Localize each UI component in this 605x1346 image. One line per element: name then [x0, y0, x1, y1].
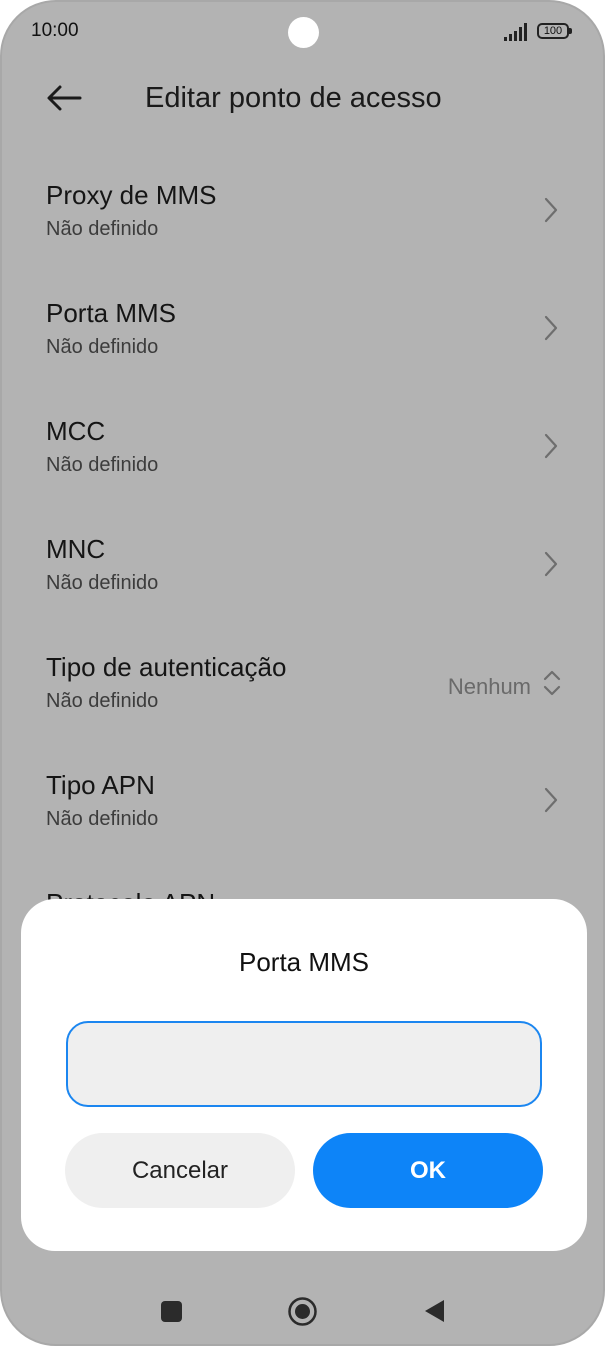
home-icon[interactable]: [287, 1296, 318, 1327]
dialog-title: Porta MMS: [238, 947, 370, 977]
setting-label: Proxy de MMS: [46, 180, 217, 210]
setting-value: Não definido: [46, 572, 159, 594]
setting-value: Não definido: [46, 218, 159, 240]
setting-row-mcc[interactable]: MCC Não definido: [2, 386, 603, 504]
signal-bars-icon: [504, 23, 527, 41]
setting-label: Tipo de autenticação: [46, 652, 287, 682]
chevron-right-icon: [544, 197, 558, 223]
arrow-left-icon[interactable]: [44, 82, 84, 114]
auth-type-selected: Nenhum: [447, 674, 531, 699]
status-bar: 10:00 100: [2, 2, 603, 64]
chevron-right-icon: [544, 315, 558, 341]
mms-port-input[interactable]: [66, 1021, 542, 1107]
phone-screen: 10:00 100 Editar ponto de acesso Proxy d…: [0, 0, 605, 1346]
chevron-right-icon: [544, 551, 558, 577]
cancel-button[interactable]: Cancelar: [65, 1133, 295, 1208]
front-camera: [288, 17, 319, 48]
chevron-right-icon: [544, 433, 558, 459]
setting-row-apn-type[interactable]: Tipo APN Não definido: [2, 740, 603, 858]
setting-row-auth-type[interactable]: Tipo de autenticação Não definido Nenhum: [2, 622, 603, 740]
setting-label: MCC: [46, 416, 106, 446]
recent-apps-icon[interactable]: [161, 1301, 182, 1322]
setting-row-mnc[interactable]: MNC Não definido: [2, 504, 603, 622]
chevron-right-icon: [544, 787, 558, 813]
setting-label: Porta MMS: [46, 298, 177, 328]
setting-row-mms-port[interactable]: Porta MMS Não definido: [2, 268, 603, 386]
mms-port-dialog: Porta MMS Cancelar OK: [21, 899, 587, 1251]
status-time: 10:00: [31, 20, 79, 41]
settings-list: Proxy de MMS Não definido Porta MMS Não …: [2, 150, 603, 976]
ok-button[interactable]: OK: [313, 1133, 543, 1208]
setting-value: Não definido: [46, 336, 159, 358]
setting-value: Não definido: [46, 454, 159, 476]
setting-label: Tipo APN: [46, 770, 155, 800]
setting-label: MNC: [46, 534, 106, 564]
page-title: Editar ponto de acesso: [145, 82, 442, 114]
battery-icon: 100: [537, 23, 572, 39]
setting-value: Não definido: [46, 808, 159, 830]
navigation-bar: [2, 1272, 603, 1344]
app-header: Editar ponto de acesso: [2, 64, 603, 136]
battery-level: 100: [543, 25, 563, 37]
back-triangle-icon[interactable]: [423, 1298, 445, 1324]
setting-row-mms-proxy[interactable]: Proxy de MMS Não definido: [2, 150, 603, 268]
setting-value: Não definido: [46, 690, 159, 712]
chevron-up-down-icon: [543, 670, 561, 696]
